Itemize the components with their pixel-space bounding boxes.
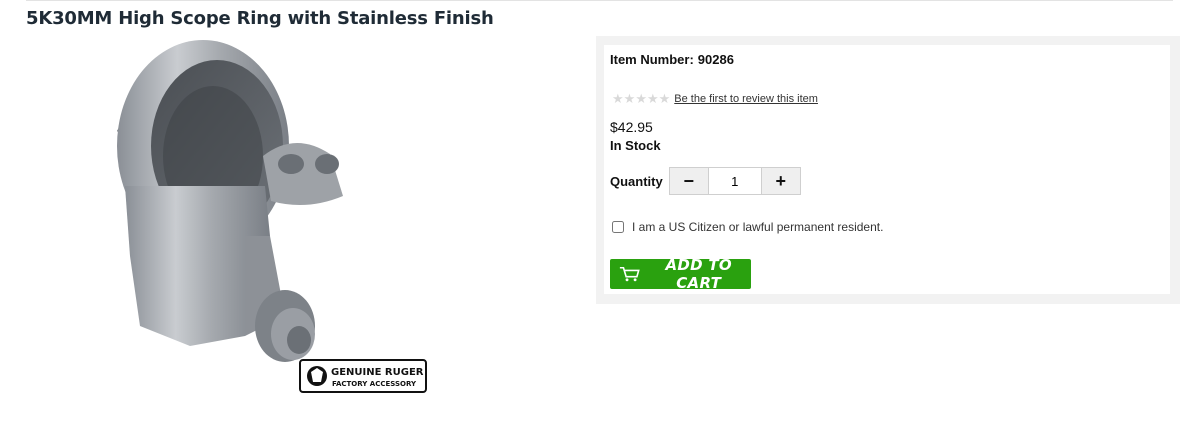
badge-text-line2: FACTORY ACCESSORY [332, 380, 417, 388]
quantity-label: Quantity [610, 173, 663, 189]
citizen-checkbox-label: I am a US Citizen or lawful permanent re… [632, 220, 884, 234]
item-number: Item Number: 90286 [610, 52, 734, 67]
quantity-row: Quantity − + [610, 167, 801, 195]
buy-box: Item Number: 90286 ★ ★ ★ ★ ★ Be the first… [604, 45, 1170, 294]
price: $42.95 [610, 119, 653, 135]
star-rating: ★ ★ ★ ★ ★ [612, 92, 670, 105]
add-to-cart-label: ADD TO CART [665, 256, 732, 292]
cart-icon [619, 266, 640, 282]
write-review-link[interactable]: Be the first to review this item [674, 93, 818, 105]
product-title: 5K30MM High Scope Ring with Stainless Fi… [26, 8, 494, 29]
item-number-value: 90286 [697, 52, 734, 67]
buy-panel: Item Number: 90286 ★ ★ ★ ★ ★ Be the first… [596, 36, 1180, 304]
badge-text-line1: GENUINE RUGER [331, 367, 424, 378]
citizen-checkbox[interactable] [612, 221, 624, 233]
product-image[interactable]: GENUINE RUGER FACTORY ACCESSORY [95, 36, 435, 398]
ruger-badge: GENUINE RUGER FACTORY ACCESSORY [299, 359, 427, 393]
rating-row: ★ ★ ★ ★ ★ Be the first to review this it… [612, 92, 818, 105]
quantity-input[interactable] [707, 168, 762, 194]
star-icon: ★ [635, 91, 647, 106]
top-divider [26, 0, 1173, 1]
quantity-stepper: − + [668, 167, 801, 195]
star-icon: ★ [623, 91, 636, 106]
star-icon: ★ [658, 91, 671, 106]
stock-status: In Stock [610, 138, 661, 153]
scope-ring-image: GENUINE RUGER FACTORY ACCESSORY [117, 40, 427, 393]
citizen-confirmation: I am a US Citizen or lawful permanent re… [612, 220, 883, 234]
increase-quantity-button[interactable]: + [761, 168, 800, 194]
item-number-label: Item Number: [610, 52, 694, 67]
star-icon: ★ [646, 91, 659, 106]
add-to-cart-button[interactable]: ADD TO CART [610, 256, 751, 292]
decrease-quantity-button[interactable]: − [669, 168, 708, 194]
star-icon: ★ [612, 91, 624, 106]
